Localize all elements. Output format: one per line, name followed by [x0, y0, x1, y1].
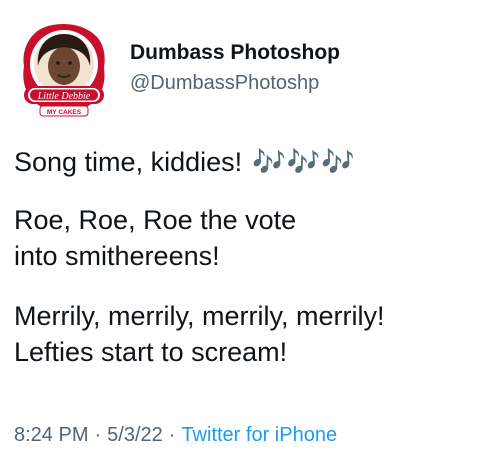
tweet-paragraph-2: Roe, Roe, Roe the vote into smithereens! — [14, 202, 296, 274]
musical-notes-icon: 🎶🎶🎶 — [252, 147, 356, 177]
tweet-line: Roe, Roe, Roe the vote — [14, 205, 297, 235]
tweet-paragraph-1: Song time, kiddies! 🎶🎶🎶 — [14, 144, 356, 180]
tweet-line: Song time, kiddies! — [14, 147, 243, 177]
tweet-time[interactable]: 8:24 PM — [14, 424, 88, 446]
tweet-metadata: 8:24 PM · 5/3/22 · Twitter for iPhone — [14, 422, 337, 448]
svg-text:MY CAKES: MY CAKES — [47, 109, 82, 116]
author-display-name[interactable]: Dumbass Photoshop — [130, 40, 340, 66]
tweet-source-link[interactable]: Twitter for iPhone — [181, 424, 337, 446]
tweet-paragraph-3: Merrily, merrily, merrily, merrily! Left… — [14, 298, 384, 370]
tweet-date[interactable]: 5/3/22 — [107, 424, 163, 446]
avatar-logo-icon: Little Debbie MY CAKES — [23, 24, 105, 117]
separator: · — [168, 424, 176, 446]
tweet-line: into smithereens! — [14, 241, 220, 271]
tweet-line: Lefties start to scream! — [14, 337, 288, 367]
separator: · — [94, 424, 102, 446]
tweet: Little Debbie MY CAKES Dumbass Photoshop… — [0, 0, 500, 464]
tweet-header: Little Debbie MY CAKES Dumbass Photoshop… — [18, 20, 488, 120]
avatar[interactable]: Little Debbie MY CAKES — [18, 20, 110, 120]
svg-text:Little Debbie: Little Debbie — [37, 91, 91, 102]
author-handle[interactable]: @DumbassPhotoshp — [130, 70, 319, 96]
tweet-line: Merrily, merrily, merrily, merrily! — [14, 301, 385, 331]
